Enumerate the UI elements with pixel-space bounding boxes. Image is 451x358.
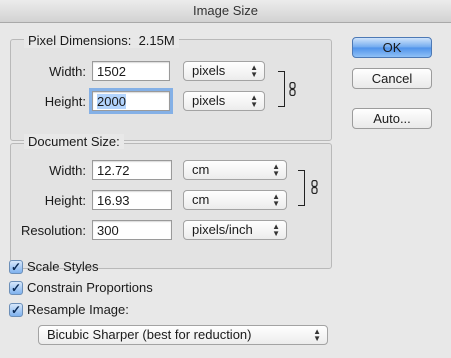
doc-height-label: Height:	[44, 193, 86, 208]
window-title-bar: Image Size	[0, 0, 451, 23]
pixel-height-label: Height:	[44, 94, 86, 109]
resample-image-checkbox[interactable]: ✓	[9, 303, 23, 317]
scale-styles-checkbox[interactable]: ✓	[9, 260, 23, 274]
resolution-unit-value: pixels/inch	[192, 222, 253, 237]
auto-button[interactable]: Auto...	[352, 108, 432, 129]
scale-styles-label: Scale Styles	[27, 259, 99, 274]
resample-method-select[interactable]: Bicubic Sharper (best for reduction) ▲ ▼	[38, 325, 328, 345]
checkmark-icon: ✓	[10, 303, 22, 317]
doc-height-unit-select[interactable]: cm ▲ ▼	[183, 190, 287, 210]
cancel-button[interactable]: Cancel	[352, 68, 432, 89]
chain-link-icon	[289, 82, 296, 96]
resample-method-value: Bicubic Sharper (best for reduction)	[47, 327, 252, 342]
doc-width-unit-select[interactable]: cm ▲ ▼	[183, 160, 287, 180]
resolution-field[interactable]: 300	[92, 220, 172, 240]
pixel-link-bracket	[278, 71, 285, 107]
pixel-width-unit-select[interactable]: pixels ▲ ▼	[183, 61, 265, 81]
up-down-arrows-icon: ▲ ▼	[250, 93, 258, 109]
chain-link-icon	[311, 180, 318, 194]
pixel-dimensions-size: 2.15M	[138, 33, 175, 48]
doc-width-label: Width:	[49, 163, 86, 178]
window-title: Image Size	[192, 3, 259, 18]
resample-image-label: Resample Image:	[27, 302, 129, 317]
up-down-arrows-icon: ▲ ▼	[272, 162, 280, 178]
constrain-proportions-label: Constrain Proportions	[27, 280, 153, 295]
up-down-arrows-icon: ▲ ▼	[250, 63, 258, 79]
up-down-arrows-icon: ▲ ▼	[313, 327, 321, 343]
checkmark-icon: ✓	[10, 260, 22, 274]
up-down-arrows-icon: ▲ ▼	[272, 192, 280, 208]
doc-width-field[interactable]: 12.72	[92, 160, 172, 180]
document-size-legend: Document Size:	[24, 134, 124, 149]
dialog-panel: Pixel Dimensions: 2.15M Width: 1502 pixe…	[0, 23, 451, 358]
checkmark-icon: ✓	[10, 281, 22, 295]
pixel-width-field[interactable]: 1502	[92, 61, 170, 81]
pixel-width-label: Width:	[49, 64, 86, 79]
pixel-dimensions-legend: Pixel Dimensions: 2.15M	[24, 33, 179, 48]
resolution-label: Resolution:	[20, 223, 86, 238]
up-down-arrows-icon: ▲ ▼	[272, 222, 280, 238]
doc-height-field[interactable]: 16.93	[92, 190, 172, 210]
ok-button[interactable]: OK	[352, 37, 432, 58]
doc-width-unit-value: cm	[192, 162, 210, 177]
pixel-height-unit-value: pixels	[192, 93, 226, 108]
resolution-unit-select[interactable]: pixels/inch ▲ ▼	[183, 220, 287, 240]
pixel-height-unit-select[interactable]: pixels ▲ ▼	[183, 91, 265, 111]
pixel-width-unit-value: pixels	[192, 63, 226, 78]
pixel-height-field[interactable]: 2000	[89, 88, 173, 114]
doc-height-unit-value: cm	[192, 192, 210, 207]
constrain-proportions-checkbox[interactable]: ✓	[9, 281, 23, 295]
pixel-height-value: 2000	[97, 94, 126, 109]
document-link-bracket	[298, 170, 305, 206]
